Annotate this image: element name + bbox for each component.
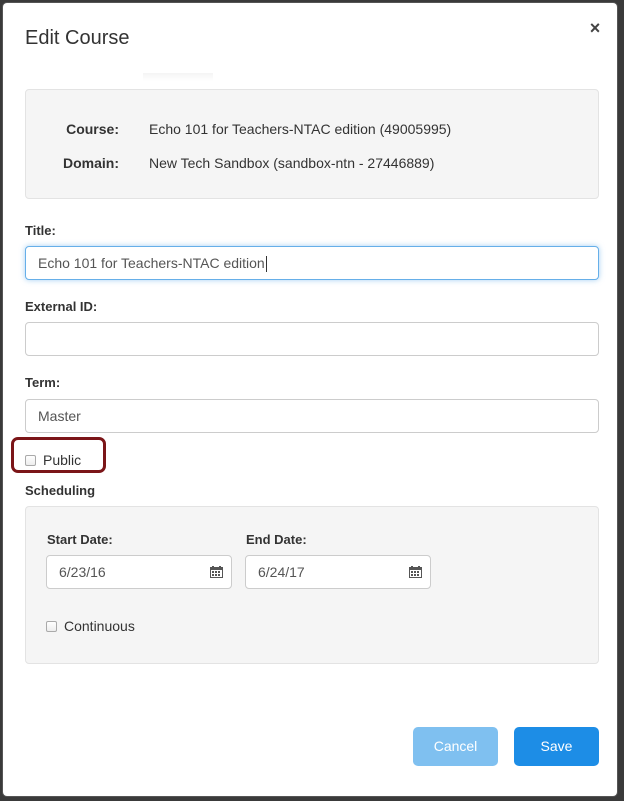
scheduling-panel: Start Date: 6/23/16 End Date: 6/24/17 Co… (25, 506, 599, 664)
close-icon[interactable]: × (586, 17, 604, 39)
text-caret (265, 256, 267, 273)
end-date-label: End Date: (246, 532, 307, 547)
dialog-title: Edit Course (25, 27, 130, 49)
edit-course-dialog: Edit Course × Course: Echo 101 for Teach… (3, 3, 617, 796)
domain-label: Domain: (63, 155, 119, 171)
term-label: Term: (25, 375, 61, 390)
domain-value: New Tech Sandbox (sandbox-ntn - 27446889… (149, 155, 435, 171)
term-input[interactable]: Master (25, 399, 599, 433)
continuous-checkbox-row[interactable]: Continuous (46, 617, 135, 634)
public-checkbox[interactable] (25, 454, 36, 466)
course-label: Course: (66, 121, 119, 137)
title-input-value: Echo 101 for Teachers-NTAC edition (38, 255, 265, 271)
calendar-icon[interactable] (409, 566, 422, 578)
title-input[interactable]: Echo 101 for Teachers-NTAC edition (25, 246, 599, 280)
start-date-value: 6/23/16 (59, 564, 106, 580)
public-checkbox-row[interactable]: Public (25, 451, 81, 468)
cancel-button[interactable]: Cancel (413, 727, 498, 766)
scheduling-heading: Scheduling (25, 483, 96, 498)
external-id-label: External ID: (25, 299, 98, 314)
end-date-value: 6/24/17 (258, 564, 305, 580)
external-id-input[interactable] (25, 322, 599, 356)
continuous-checkbox[interactable] (46, 620, 57, 632)
save-button[interactable]: Save (514, 727, 599, 766)
title-label: Title: (25, 223, 56, 238)
end-date-input[interactable]: 6/24/17 (245, 555, 431, 589)
public-label: Public (43, 452, 82, 469)
continuous-label: Continuous (64, 618, 135, 635)
calendar-icon[interactable] (210, 566, 223, 578)
start-date-input[interactable]: 6/23/16 (46, 555, 232, 589)
course-value: Echo 101 for Teachers-NTAC edition (4900… (149, 121, 452, 137)
course-info-panel: Course: Echo 101 for Teachers-NTAC editi… (25, 89, 599, 199)
decorative-fade (143, 73, 213, 81)
start-date-label: Start Date: (47, 532, 113, 547)
